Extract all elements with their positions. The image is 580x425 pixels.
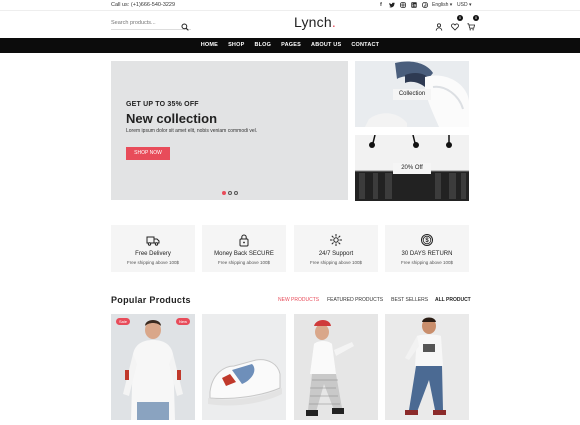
hero-slider: GET UP TO 35% OFF New collection Lorem i… xyxy=(111,61,348,200)
nav-item-home[interactable]: HOME xyxy=(201,42,218,48)
instagram-icon[interactable] xyxy=(400,2,406,8)
nav-item-blog[interactable]: BLOG xyxy=(254,42,271,48)
product-image xyxy=(385,314,469,420)
search-box xyxy=(111,16,191,31)
pinterest-icon[interactable] xyxy=(421,1,429,9)
all-products-link[interactable]: ALL PRODUCT xyxy=(435,297,471,303)
collection-label: Collection xyxy=(393,89,431,100)
twitter-icon[interactable] xyxy=(389,2,395,8)
feature-subtitle: Free shipping above 100$ xyxy=(126,260,180,265)
sale-badge: Sale xyxy=(116,318,131,325)
linkedin-icon[interactable] xyxy=(411,2,417,8)
product-card[interactable] xyxy=(385,314,469,420)
search-input[interactable] xyxy=(111,18,177,27)
lock-icon xyxy=(237,233,251,247)
feature-title: 24/7 Support xyxy=(318,251,354,257)
discount-label: 20% Off xyxy=(393,163,431,174)
currency-value: USD xyxy=(457,2,468,8)
feature-subtitle: Free shipping above 100$ xyxy=(309,260,363,265)
cart-button[interactable]: 0 xyxy=(467,15,479,31)
feature-title: Money Back SECURE xyxy=(214,251,274,257)
feature-support: 24/7 Support Free shipping above 100$ xyxy=(294,225,378,272)
currency-selector[interactable]: USD ▾ xyxy=(457,2,471,8)
feature-subtitle: Free shipping above 100$ xyxy=(217,260,271,265)
call-us-text: Call us: (+1)666-540-3229 xyxy=(111,2,176,8)
tab-new-products[interactable]: NEW PRODUCTS xyxy=(278,297,319,303)
wishlist-button[interactable]: 0 xyxy=(451,15,463,31)
section-title: Popular Products xyxy=(111,295,191,305)
cart-count-badge: 0 xyxy=(473,15,479,21)
feature-title: 30 DAYS RETURN xyxy=(401,251,453,257)
new-badge: New xyxy=(176,318,191,325)
feature-title: Free Delivery xyxy=(135,251,171,257)
slider-dot[interactable] xyxy=(222,191,226,195)
product-tabs: NEW PRODUCTS FEATURED PRODUCTS BEST SELL… xyxy=(278,297,428,303)
slider-dot[interactable] xyxy=(234,191,238,195)
hero-title: New collection xyxy=(126,111,218,126)
product-card[interactable]: Sale New xyxy=(111,314,195,420)
search-icon[interactable] xyxy=(181,18,189,31)
site-logo[interactable]: Lynch. xyxy=(294,14,336,30)
product-image xyxy=(294,314,378,420)
product-card[interactable] xyxy=(294,314,378,420)
header-actions: 0 0 xyxy=(435,15,479,31)
facebook-icon[interactable]: f xyxy=(378,2,384,8)
main-nav: HOME SHOP BLOG PAGES ABOUT US CONTACT xyxy=(0,38,580,53)
tab-best-sellers[interactable]: BEST SELLERS xyxy=(391,297,428,303)
logo-text: Lynch xyxy=(294,14,332,30)
hero-text: Lorem ipsum dolor sit amet elit, nobis v… xyxy=(126,128,258,134)
language-selector[interactable]: English ▾ xyxy=(432,2,452,8)
chevron-down-icon: ▾ xyxy=(468,2,472,8)
nav-item-pages[interactable]: PAGES xyxy=(281,42,301,48)
shop-now-button[interactable]: SHOP NOW xyxy=(126,147,170,160)
hero-subtitle: GET UP TO 35% OFF xyxy=(126,101,199,108)
social-links: f xyxy=(378,1,429,9)
chevron-down-icon: ▾ xyxy=(449,2,453,8)
nav-item-shop[interactable]: SHOP xyxy=(228,42,244,48)
feature-money-back: Money Back SECURE Free shipping above 10… xyxy=(202,225,286,272)
product-card[interactable] xyxy=(202,314,286,420)
tab-featured-products[interactable]: FEATURED PRODUCTS xyxy=(327,297,383,303)
feature-free-delivery: Free Delivery Free shipping above 100$ xyxy=(111,225,195,272)
slider-dot[interactable] xyxy=(228,191,232,195)
wishlist-count-badge: 0 xyxy=(457,15,463,21)
user-icon[interactable] xyxy=(435,18,443,31)
top-bar: Call us: (+1)666-540-3229 f English ▾ US… xyxy=(0,0,580,11)
sale-banner[interactable]: 20% Off xyxy=(355,135,469,201)
product-image xyxy=(202,314,286,420)
logo-dot: . xyxy=(331,14,336,30)
product-image xyxy=(111,314,195,420)
feature-return: $ 30 DAYS RETURN Free shipping above 100… xyxy=(385,225,469,272)
support-icon xyxy=(329,233,343,247)
nav-item-about-us[interactable]: ABOUT US xyxy=(311,42,341,48)
slider-dots xyxy=(222,191,238,195)
truck-icon xyxy=(146,233,160,247)
feature-subtitle: Free shipping above 100$ xyxy=(400,260,454,265)
nav-item-contact[interactable]: CONTACT xyxy=(351,42,379,48)
dollar-icon: $ xyxy=(420,233,434,247)
language-value: English xyxy=(432,2,449,8)
collection-banner[interactable]: Collection xyxy=(355,61,469,127)
